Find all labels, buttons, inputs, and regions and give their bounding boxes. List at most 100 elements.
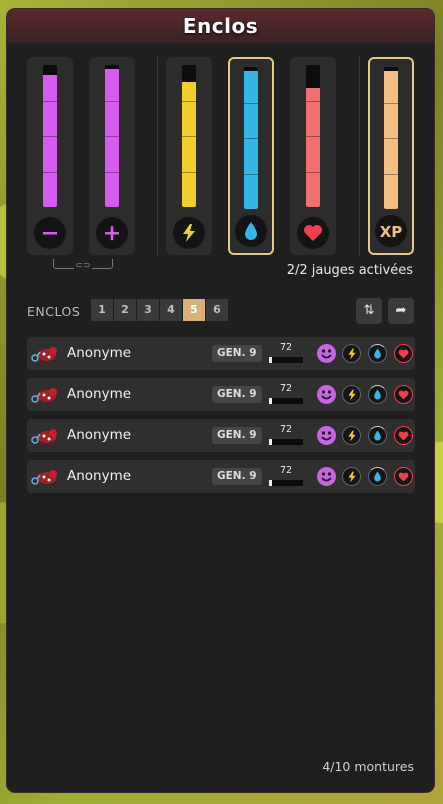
gauge-tick bbox=[182, 100, 196, 102]
xp-bar bbox=[269, 398, 303, 404]
mount-icon bbox=[31, 344, 59, 364]
mood-smiley-icon bbox=[317, 385, 336, 404]
love-status-icon bbox=[394, 426, 413, 445]
love-status-icon bbox=[394, 385, 413, 404]
gauge-tick bbox=[43, 100, 57, 102]
enclos-bar: ENCLOS 123456 ⇅ ➦ bbox=[27, 298, 414, 324]
gauge-fill bbox=[306, 87, 320, 207]
xp-bar-fill bbox=[269, 439, 272, 445]
tab-enclos-1[interactable]: 1 bbox=[91, 299, 113, 321]
love-status-icon bbox=[394, 344, 413, 363]
tab-enclos-3[interactable]: 3 bbox=[137, 299, 159, 321]
generation-badge: GEN. 9 bbox=[212, 345, 262, 362]
xp-bar-fill bbox=[269, 398, 272, 404]
mount-count: 4/10 montures bbox=[322, 759, 414, 774]
svg-text:XP: XP bbox=[380, 223, 403, 240]
divider bbox=[359, 57, 360, 255]
gauge-tick bbox=[306, 136, 320, 137]
gauge-tick bbox=[306, 100, 320, 102]
gauge-tick bbox=[182, 171, 196, 173]
energy-status-icon bbox=[342, 385, 361, 404]
mount-name: Anonyme bbox=[67, 345, 132, 361]
gauge-tube bbox=[244, 67, 258, 209]
gauge-tick bbox=[43, 171, 57, 173]
mount-row[interactable]: Anonyme GEN. 9 72 bbox=[27, 337, 415, 370]
minus-icon[interactable] bbox=[34, 217, 66, 249]
tab-enclos-2[interactable]: 2 bbox=[114, 299, 136, 321]
gauge-tick bbox=[244, 102, 258, 104]
mount-row[interactable]: Anonyme GEN. 9 72 bbox=[27, 378, 415, 411]
love-status-icon bbox=[394, 467, 413, 486]
mount-level: 72 bbox=[280, 465, 293, 476]
droplet-icon[interactable] bbox=[235, 215, 267, 247]
gauge-tick bbox=[105, 136, 119, 137]
gauge-tick bbox=[244, 138, 258, 139]
water-status-icon bbox=[368, 467, 387, 486]
mount-row[interactable]: Anonyme GEN. 9 72 bbox=[27, 460, 415, 493]
generation-badge: GEN. 9 bbox=[212, 386, 262, 403]
gauge-fill bbox=[43, 74, 57, 207]
divider bbox=[157, 57, 158, 255]
gauge-tick bbox=[384, 102, 398, 104]
mount-name: Anonyme bbox=[67, 427, 132, 443]
enclos-label: ENCLOS bbox=[27, 304, 81, 319]
gauge-xp[interactable]: XP bbox=[368, 57, 414, 255]
gauge-tube bbox=[43, 65, 57, 207]
lightning-icon[interactable] bbox=[173, 217, 205, 249]
mount-icon bbox=[31, 467, 59, 487]
xp-bar-fill bbox=[269, 480, 272, 486]
enclos-window: Enclos ⊂⊃ XP 2/2 jauges activées ENCLOS … bbox=[7, 9, 434, 792]
link-icon: ⊂⊃ bbox=[74, 261, 92, 271]
gauge-love[interactable] bbox=[290, 57, 336, 255]
generation-badge: GEN. 9 bbox=[212, 427, 262, 444]
mood-smiley-icon bbox=[317, 344, 336, 363]
mount-name: Anonyme bbox=[67, 468, 132, 484]
gauge-tick bbox=[105, 100, 119, 102]
sort-button[interactable]: ⇅ bbox=[356, 298, 382, 324]
gauge-plus[interactable] bbox=[89, 57, 135, 255]
gauge-tick bbox=[306, 171, 320, 173]
energy-status-icon bbox=[342, 344, 361, 363]
xp-icon[interactable]: XP bbox=[375, 215, 407, 247]
xp-bar-fill bbox=[269, 357, 272, 363]
water-status-icon bbox=[368, 385, 387, 404]
gauge-water[interactable] bbox=[228, 57, 274, 255]
xp-bar bbox=[269, 357, 303, 363]
gauge-tube bbox=[105, 65, 119, 207]
gauge-tick bbox=[244, 173, 258, 175]
tab-enclos-5[interactable]: 5 bbox=[183, 299, 205, 321]
window-title: Enclos bbox=[7, 9, 434, 43]
gauge-tick bbox=[384, 138, 398, 139]
gauge-tick bbox=[182, 136, 196, 137]
water-status-icon bbox=[368, 426, 387, 445]
gauge-tube bbox=[306, 65, 320, 207]
gauges-status: 2/2 jauges activées bbox=[286, 263, 413, 278]
heart-icon[interactable] bbox=[297, 217, 329, 249]
mount-icon bbox=[31, 385, 59, 405]
tab-enclos-6[interactable]: 6 bbox=[206, 299, 228, 321]
gauge-minus[interactable] bbox=[27, 57, 73, 255]
mount-level: 72 bbox=[280, 424, 293, 435]
generation-badge: GEN. 9 bbox=[212, 468, 262, 485]
gauge-tube bbox=[384, 67, 398, 209]
gauge-tick bbox=[384, 173, 398, 175]
gauges-area: ⊂⊃ XP bbox=[7, 57, 434, 271]
tab-enclos-4[interactable]: 4 bbox=[160, 299, 182, 321]
gauge-tick bbox=[43, 136, 57, 137]
gauge-fill bbox=[244, 71, 258, 209]
share-button[interactable]: ➦ bbox=[388, 298, 414, 324]
gauge-tube bbox=[182, 65, 196, 207]
xp-bar bbox=[269, 439, 303, 445]
xp-bar bbox=[269, 480, 303, 486]
mount-row[interactable]: Anonyme GEN. 9 72 bbox=[27, 419, 415, 452]
mount-icon bbox=[31, 426, 59, 446]
water-status-icon bbox=[368, 344, 387, 363]
gauge-energy[interactable] bbox=[166, 57, 212, 255]
mood-smiley-icon bbox=[317, 426, 336, 445]
plus-icon[interactable] bbox=[96, 217, 128, 249]
gauge-tick bbox=[105, 171, 119, 173]
gauge-fill bbox=[105, 69, 119, 207]
mood-smiley-icon bbox=[317, 467, 336, 486]
mount-level: 72 bbox=[280, 383, 293, 394]
mount-level: 72 bbox=[280, 342, 293, 353]
